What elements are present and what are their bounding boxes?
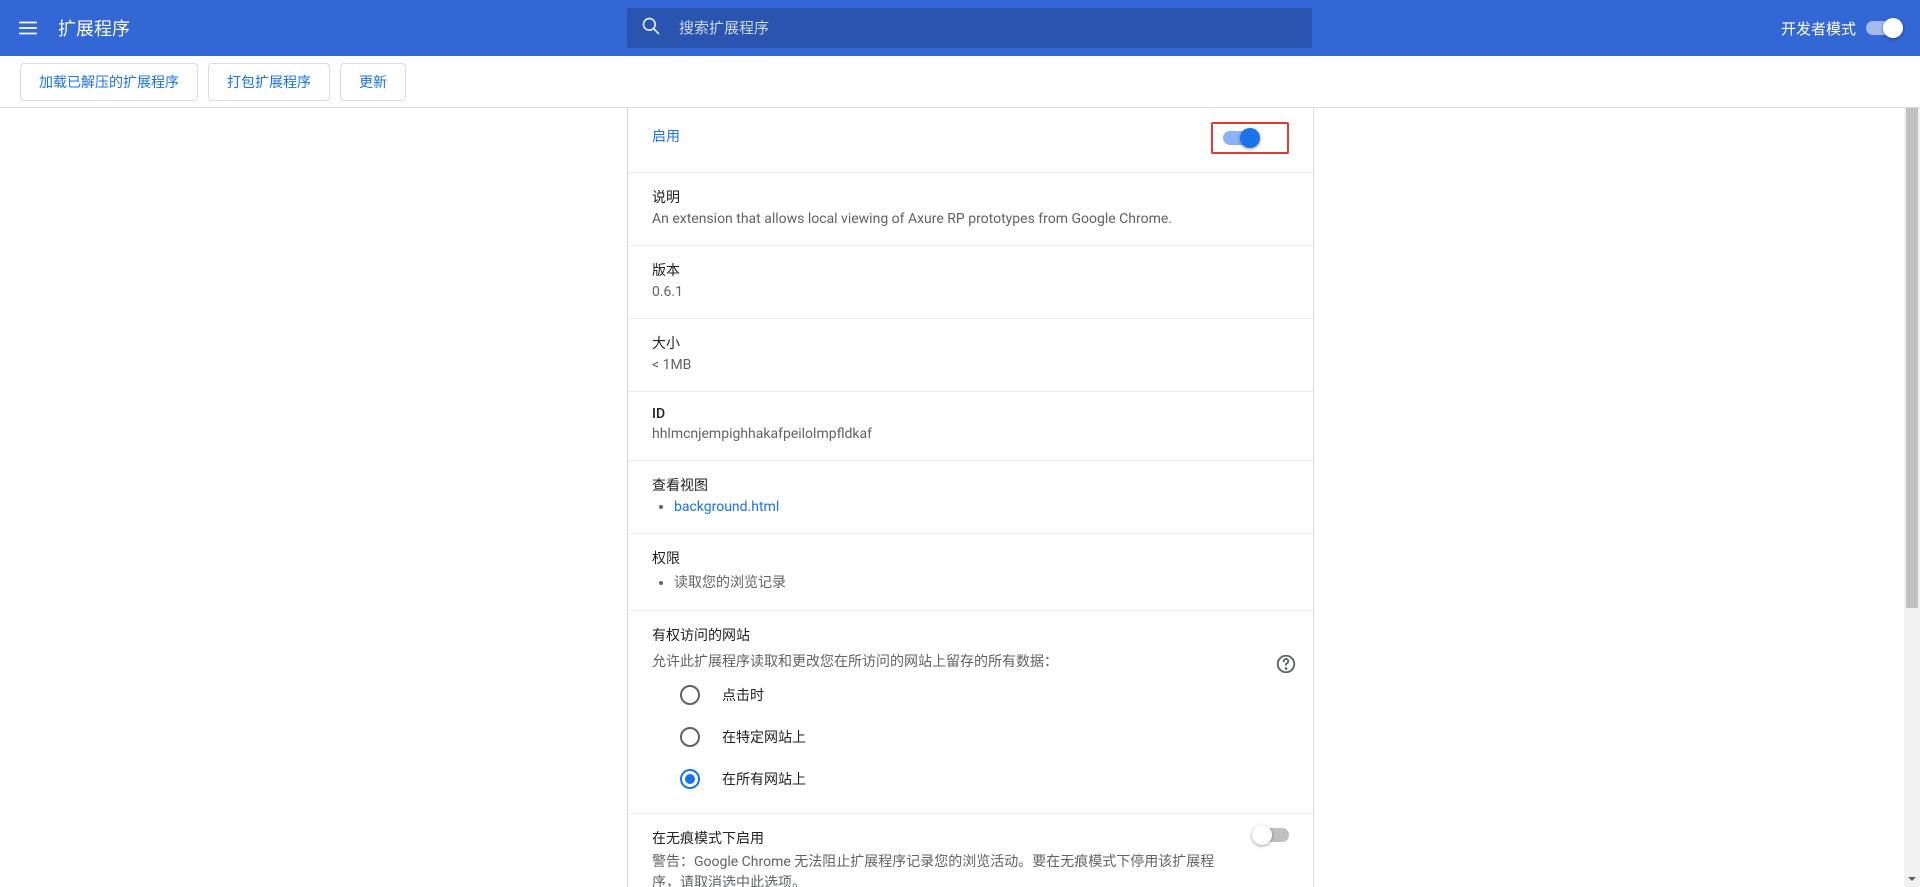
search-icon: [641, 16, 661, 40]
scroll-thumb[interactable]: [1906, 108, 1918, 608]
action-bar: 加载已解压的扩展程序 打包扩展程序 更新: [0, 56, 1920, 108]
enable-toggle[interactable]: [1223, 131, 1257, 145]
radio-label: 在所有网站上: [722, 769, 806, 789]
help-icon[interactable]: [1275, 653, 1297, 675]
load-unpacked-button[interactable]: 加载已解压的扩展程序: [20, 63, 198, 101]
radio-icon: [680, 685, 700, 705]
radio-label: 在特定网站上: [722, 727, 806, 747]
size-value: < 1MB: [652, 357, 1289, 373]
vertical-scrollbar[interactable]: [1904, 108, 1920, 887]
background-page-link[interactable]: background.html: [674, 499, 779, 515]
id-label: ID: [652, 406, 1289, 422]
site-access-radio-group: 点击时 在特定网站上 在所有网站上: [680, 685, 1289, 789]
enable-label: 启用: [652, 126, 680, 146]
permissions-label: 权限: [652, 548, 1289, 568]
radio-label: 点击时: [722, 685, 764, 705]
enable-section: 启用: [628, 108, 1313, 173]
incognito-toggle[interactable]: [1255, 828, 1289, 842]
app-header: 扩展程序 开发者模式: [0, 0, 1920, 56]
extension-detail-card: 启用 说明 An extension that allows local vie…: [627, 108, 1314, 887]
id-value: hhlmcnjempighhakafpeilolmpfldkaf: [652, 426, 1289, 442]
version-value: 0.6.1: [652, 284, 1289, 300]
incognito-section: 在无痕模式下启用 警告：Google Chrome 无法阻止扩展程序记录您的浏览…: [628, 814, 1313, 887]
version-label: 版本: [652, 260, 1289, 280]
permissions-section: 权限 读取您的浏览记录: [628, 534, 1313, 611]
page-title: 扩展程序: [58, 15, 130, 41]
size-label: 大小: [652, 333, 1289, 353]
size-section: 大小 < 1MB: [628, 319, 1313, 392]
list-item: background.html: [674, 499, 1289, 515]
radio-on-specific[interactable]: 在特定网站上: [680, 727, 1289, 747]
incognito-warning: 警告：Google Chrome 无法阻止扩展程序记录您的浏览活动。要在无痕模式…: [652, 852, 1231, 887]
developer-mode-label: 开发者模式: [1781, 18, 1856, 39]
description-label: 说明: [652, 187, 1289, 207]
search-container[interactable]: [627, 8, 1312, 48]
description-value: An extension that allows local viewing o…: [652, 211, 1289, 227]
pack-extension-button[interactable]: 打包扩展程序: [208, 63, 330, 101]
menu-icon[interactable]: [16, 16, 40, 40]
id-section: ID hhlmcnjempighhakafpeilolmpfldkaf: [628, 392, 1313, 461]
developer-mode-toggle[interactable]: [1866, 21, 1900, 35]
enable-toggle-highlight: [1211, 122, 1289, 154]
site-access-label: 有权访问的网站: [652, 625, 1289, 645]
list-item: 读取您的浏览记录: [674, 572, 1289, 592]
radio-icon: [680, 769, 700, 789]
site-access-desc: 允许此扩展程序读取和更改您在所访问的网站上留存的所有数据：: [652, 651, 1289, 671]
update-button[interactable]: 更新: [340, 63, 406, 101]
developer-mode: 开发者模式: [1781, 18, 1900, 39]
version-section: 版本 0.6.1: [628, 246, 1313, 319]
description-section: 说明 An extension that allows local viewin…: [628, 173, 1313, 246]
search-input[interactable]: [679, 20, 1298, 37]
views-label: 查看视图: [652, 475, 1289, 495]
scroll-down-icon[interactable]: [1904, 871, 1920, 887]
radio-on-click[interactable]: 点击时: [680, 685, 1289, 705]
site-access-section: 有权访问的网站 允许此扩展程序读取和更改您在所访问的网站上留存的所有数据： 点击…: [628, 611, 1313, 814]
incognito-label: 在无痕模式下启用: [652, 828, 1231, 848]
radio-on-all[interactable]: 在所有网站上: [680, 769, 1289, 789]
content-area: 启用 说明 An extension that allows local vie…: [0, 108, 1904, 887]
views-section: 查看视图 background.html: [628, 461, 1313, 534]
radio-icon: [680, 727, 700, 747]
